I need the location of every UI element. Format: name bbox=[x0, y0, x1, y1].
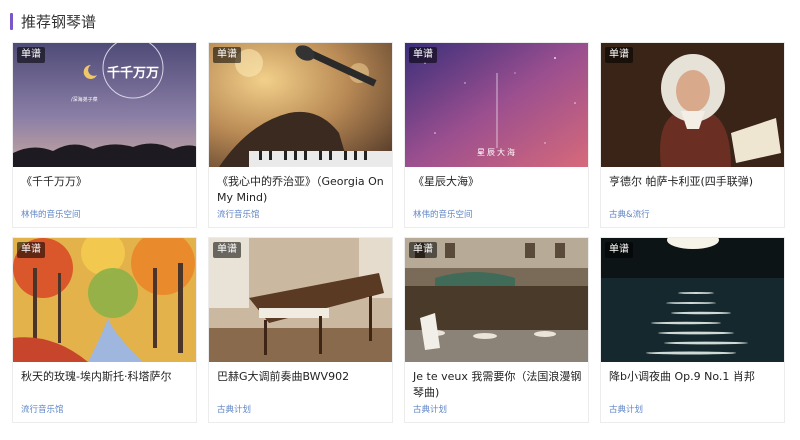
score-category-tag[interactable]: 林伟的音乐空间 bbox=[21, 208, 81, 220]
score-title[interactable]: 亨德尔 帕萨卡利亚(四手联弹) bbox=[609, 174, 781, 190]
score-card[interactable]: 单谱 亨德尔 帕萨卡利亚(四手联弹) 古典&流行 bbox=[600, 42, 785, 228]
score-title[interactable]: 《我心中的乔治亚》（Georgia On My Mind) bbox=[217, 174, 389, 206]
score-card[interactable]: 单谱 《我心中的乔治亚》（Georgia On My Mind) 流行音乐馆 bbox=[208, 42, 393, 228]
score-category-tag[interactable]: 流行音乐馆 bbox=[21, 403, 64, 415]
score-cover[interactable]: 单谱 bbox=[405, 238, 588, 362]
score-type-badge: 单谱 bbox=[17, 242, 45, 258]
score-category-tag[interactable]: 古典计划 bbox=[217, 403, 251, 415]
score-type-badge: 单谱 bbox=[605, 47, 633, 63]
score-category-tag[interactable]: 古典计划 bbox=[413, 403, 447, 415]
score-cover[interactable]: 单谱 bbox=[209, 43, 392, 167]
score-cover[interactable]: 单谱 bbox=[13, 238, 196, 362]
score-cover[interactable]: 单谱 bbox=[601, 43, 784, 167]
score-type-badge: 单谱 bbox=[17, 47, 45, 63]
score-cover[interactable]: 千千万万 /深海弟子菜 单谱 bbox=[13, 43, 196, 167]
score-card[interactable]: 星辰大海 单谱 《星辰大海》 林伟的音乐空间 bbox=[404, 42, 589, 228]
score-type-badge: 单谱 bbox=[409, 242, 437, 258]
score-type-badge: 单谱 bbox=[213, 47, 241, 63]
score-cover[interactable]: 单谱 bbox=[209, 238, 392, 362]
score-card[interactable]: 千千万万 /深海弟子菜 单谱 《千千万万》 林伟的音乐空间 bbox=[12, 42, 197, 228]
score-grid: 千千万万 /深海弟子菜 单谱 《千千万万》 林伟的音乐空间 单谱 《我心中的乔治… bbox=[12, 42, 785, 423]
score-card[interactable]: 单谱 巴赫G大调前奏曲BWV902 古典计划 bbox=[208, 237, 393, 423]
section-header: 推荐钢琴谱 bbox=[10, 10, 96, 32]
score-type-badge: 单谱 bbox=[605, 242, 633, 258]
score-category-tag[interactable]: 古典计划 bbox=[609, 403, 643, 415]
score-card[interactable]: 单谱 Je te veux 我需要你（法国浪漫钢琴曲) 古典计划 bbox=[404, 237, 589, 423]
section-title: 推荐钢琴谱 bbox=[21, 12, 97, 31]
svg-text:/深海弟子菜: /深海弟子菜 bbox=[71, 96, 98, 103]
score-category-tag[interactable]: 林伟的音乐空间 bbox=[413, 208, 473, 220]
score-cover[interactable]: 星辰大海 单谱 bbox=[405, 43, 588, 167]
score-category-tag[interactable]: 流行音乐馆 bbox=[217, 208, 260, 220]
section-accent-bar bbox=[10, 12, 13, 30]
score-title[interactable]: 《千千万万》 bbox=[21, 174, 193, 190]
score-title[interactable]: 降b小调夜曲 Op.9 No.1 肖邦 bbox=[609, 369, 781, 385]
score-title[interactable]: 秋天的玫瑰-埃内斯托·科塔萨尔 bbox=[21, 369, 193, 385]
score-cover[interactable]: 单谱 bbox=[601, 238, 784, 362]
score-category-tag[interactable]: 古典&流行 bbox=[609, 208, 650, 220]
score-card[interactable]: 单谱 降b小调夜曲 Op.9 No.1 肖邦 古典计划 bbox=[600, 237, 785, 423]
score-title[interactable]: 巴赫G大调前奏曲BWV902 bbox=[217, 369, 389, 385]
svg-text:星辰大海: 星辰大海 bbox=[477, 147, 517, 157]
svg-text:千千万万: 千千万万 bbox=[107, 65, 159, 81]
score-title[interactable]: 《星辰大海》 bbox=[413, 174, 585, 190]
score-type-badge: 单谱 bbox=[409, 47, 437, 63]
score-card[interactable]: 单谱 秋天的玫瑰-埃内斯托·科塔萨尔 流行音乐馆 bbox=[12, 237, 197, 423]
score-title[interactable]: Je te veux 我需要你（法国浪漫钢琴曲) bbox=[413, 369, 585, 401]
score-type-badge: 单谱 bbox=[213, 242, 241, 258]
